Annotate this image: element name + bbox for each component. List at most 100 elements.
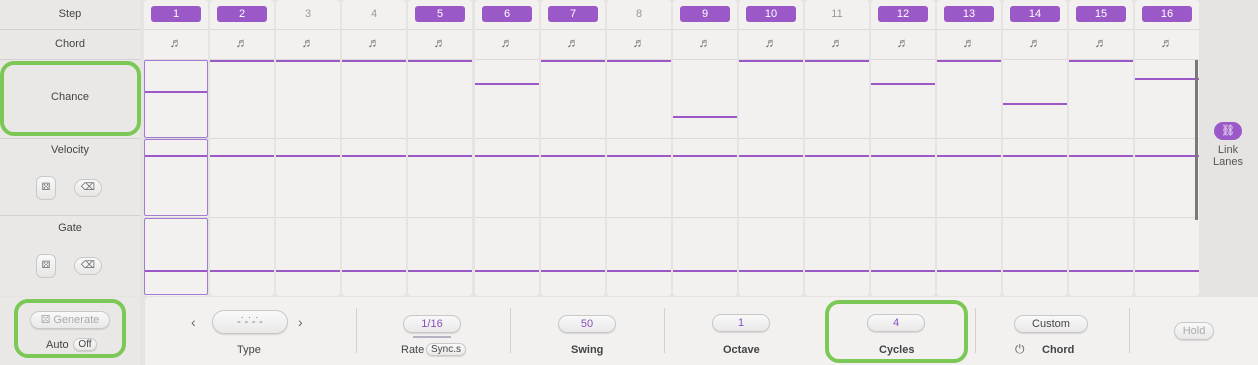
step-toggle-16[interactable]: 16 bbox=[1142, 6, 1192, 22]
music-note-icon[interactable]: ♬ bbox=[739, 36, 803, 50]
swing-control[interactable]: 50 bbox=[558, 315, 616, 333]
step-toggle-10[interactable]: 10 bbox=[746, 6, 796, 22]
step-toggle-15[interactable]: 15 bbox=[1076, 6, 1126, 22]
music-note-icon[interactable]: ♬ bbox=[342, 36, 406, 50]
gate-level-9[interactable] bbox=[673, 270, 737, 272]
step-column-6[interactable]: 6 ♬ bbox=[475, 0, 539, 296]
music-note-icon[interactable]: ♬ bbox=[210, 36, 274, 50]
step-column-13[interactable]: 13 ♬ bbox=[937, 0, 1001, 296]
music-note-icon[interactable]: ♬ bbox=[871, 36, 935, 50]
octave-control[interactable]: 1 bbox=[712, 314, 770, 332]
gate-clear-button[interactable]: ⌫ bbox=[74, 257, 102, 275]
velocity-level-2[interactable] bbox=[210, 155, 274, 157]
step-toggle-7[interactable]: 7 bbox=[548, 6, 598, 22]
chance-level-4[interactable] bbox=[342, 60, 406, 62]
velocity-level-5[interactable] bbox=[408, 155, 472, 157]
sync-mode-toggle[interactable]: Sync.s bbox=[426, 343, 466, 356]
gate-level-2[interactable] bbox=[210, 270, 274, 272]
chance-level-7[interactable] bbox=[541, 60, 605, 62]
gate-randomize-button[interactable]: ⚄ bbox=[36, 254, 56, 278]
velocity-level-6[interactable] bbox=[475, 155, 539, 157]
step-toggle-14[interactable]: 14 bbox=[1010, 6, 1060, 22]
chance-level-12[interactable] bbox=[871, 83, 935, 85]
step-column-7[interactable]: 7 ♬ bbox=[541, 0, 605, 296]
step-toggle-5[interactable]: 5 bbox=[415, 6, 465, 22]
music-note-icon[interactable]: ♬ bbox=[1003, 36, 1067, 50]
chord-power-button[interactable]: ⏻ bbox=[1015, 342, 1025, 357]
music-note-icon[interactable]: ♬ bbox=[805, 36, 869, 50]
gate-level-12[interactable] bbox=[871, 270, 935, 272]
step-column-5[interactable]: 5 ♬ bbox=[408, 0, 472, 296]
chance-level-2[interactable] bbox=[210, 60, 274, 62]
music-note-icon[interactable]: ♬ bbox=[541, 36, 605, 50]
music-note-icon[interactable]: ♬ bbox=[144, 36, 208, 50]
step-column-3[interactable]: 3 ♬ bbox=[276, 0, 340, 296]
step-column-8[interactable]: 8 ♬ bbox=[607, 0, 671, 296]
velocity-level-3[interactable] bbox=[276, 155, 340, 157]
step-column-10[interactable]: 10 ♬ bbox=[739, 0, 803, 296]
velocity-level-11[interactable] bbox=[805, 155, 869, 157]
chance-level-5[interactable] bbox=[408, 60, 472, 62]
chance-level-16[interactable] bbox=[1135, 78, 1199, 80]
gate-level-11[interactable] bbox=[805, 270, 869, 272]
link-lanes-button[interactable]: ⛓ bbox=[1214, 122, 1242, 140]
step-toggle-4[interactable]: 4 bbox=[349, 6, 399, 22]
step-toggle-2[interactable]: 2 bbox=[217, 6, 267, 22]
velocity-clear-button[interactable]: ⌫ bbox=[74, 179, 102, 197]
music-note-icon[interactable]: ♬ bbox=[276, 36, 340, 50]
chance-level-13[interactable] bbox=[937, 60, 1001, 62]
step-toggle-9[interactable]: 9 bbox=[680, 6, 730, 22]
step-column-15[interactable]: 15 ♬ bbox=[1069, 0, 1133, 296]
step-column-16[interactable]: 16 ♬ bbox=[1135, 0, 1199, 296]
gate-level-6[interactable] bbox=[475, 270, 539, 272]
chance-level-14[interactable] bbox=[1003, 103, 1067, 105]
velocity-level-9[interactable] bbox=[673, 155, 737, 157]
hold-button[interactable]: Hold bbox=[1174, 322, 1214, 340]
type-selector[interactable]: -˙-˙-˙- bbox=[212, 310, 288, 334]
chance-level-6[interactable] bbox=[475, 83, 539, 85]
step-column-14[interactable]: 14 ♬ bbox=[1003, 0, 1067, 296]
step-toggle-1[interactable]: 1 bbox=[151, 6, 201, 22]
velocity-level-13[interactable] bbox=[937, 155, 1001, 157]
chord-mode-selector[interactable]: Custom bbox=[1014, 315, 1088, 333]
music-note-icon[interactable]: ♬ bbox=[937, 36, 1001, 50]
music-note-icon[interactable]: ♬ bbox=[673, 36, 737, 50]
gate-level-15[interactable] bbox=[1069, 270, 1133, 272]
step-toggle-11[interactable]: 11 bbox=[812, 6, 862, 22]
music-note-icon[interactable]: ♬ bbox=[475, 36, 539, 50]
rate-control[interactable]: 1/16 bbox=[403, 315, 461, 333]
chance-level-8[interactable] bbox=[607, 60, 671, 62]
velocity-level-12[interactable] bbox=[871, 155, 935, 157]
music-note-icon[interactable]: ♬ bbox=[1069, 36, 1133, 50]
chance-level-3[interactable] bbox=[276, 60, 340, 62]
chance-level-10[interactable] bbox=[739, 60, 803, 62]
gate-level-7[interactable] bbox=[541, 270, 605, 272]
type-prev-button[interactable]: ‹ bbox=[191, 314, 196, 330]
velocity-level-15[interactable] bbox=[1069, 155, 1133, 157]
step-column-2[interactable]: 2 ♬ bbox=[210, 0, 274, 296]
velocity-level-14[interactable] bbox=[1003, 155, 1067, 157]
gate-level-16[interactable] bbox=[1135, 270, 1199, 272]
step-column-11[interactable]: 11 ♬ bbox=[805, 0, 869, 296]
step-column-9[interactable]: 9 ♬ bbox=[673, 0, 737, 296]
chance-level-15[interactable] bbox=[1069, 60, 1133, 62]
step-toggle-12[interactable]: 12 bbox=[878, 6, 928, 22]
gate-level-3[interactable] bbox=[276, 270, 340, 272]
gate-level-4[interactable] bbox=[342, 270, 406, 272]
gate-level-10[interactable] bbox=[739, 270, 803, 272]
step-toggle-13[interactable]: 13 bbox=[944, 6, 994, 22]
velocity-level-7[interactable] bbox=[541, 155, 605, 157]
step-column-1[interactable]: 1 ♬ bbox=[144, 0, 208, 296]
velocity-level-10[interactable] bbox=[739, 155, 803, 157]
gate-level-14[interactable] bbox=[1003, 270, 1067, 272]
step-column-12[interactable]: 12 ♬ bbox=[871, 0, 935, 296]
step-toggle-6[interactable]: 6 bbox=[482, 6, 532, 22]
velocity-level-8[interactable] bbox=[607, 155, 671, 157]
gate-level-8[interactable] bbox=[607, 270, 671, 272]
gate-level-5[interactable] bbox=[408, 270, 472, 272]
music-note-icon[interactable]: ♬ bbox=[607, 36, 671, 50]
gate-level-13[interactable] bbox=[937, 270, 1001, 272]
chance-level-11[interactable] bbox=[805, 60, 869, 62]
velocity-randomize-button[interactable]: ⚄ bbox=[36, 176, 56, 200]
music-note-icon[interactable]: ♬ bbox=[408, 36, 472, 50]
